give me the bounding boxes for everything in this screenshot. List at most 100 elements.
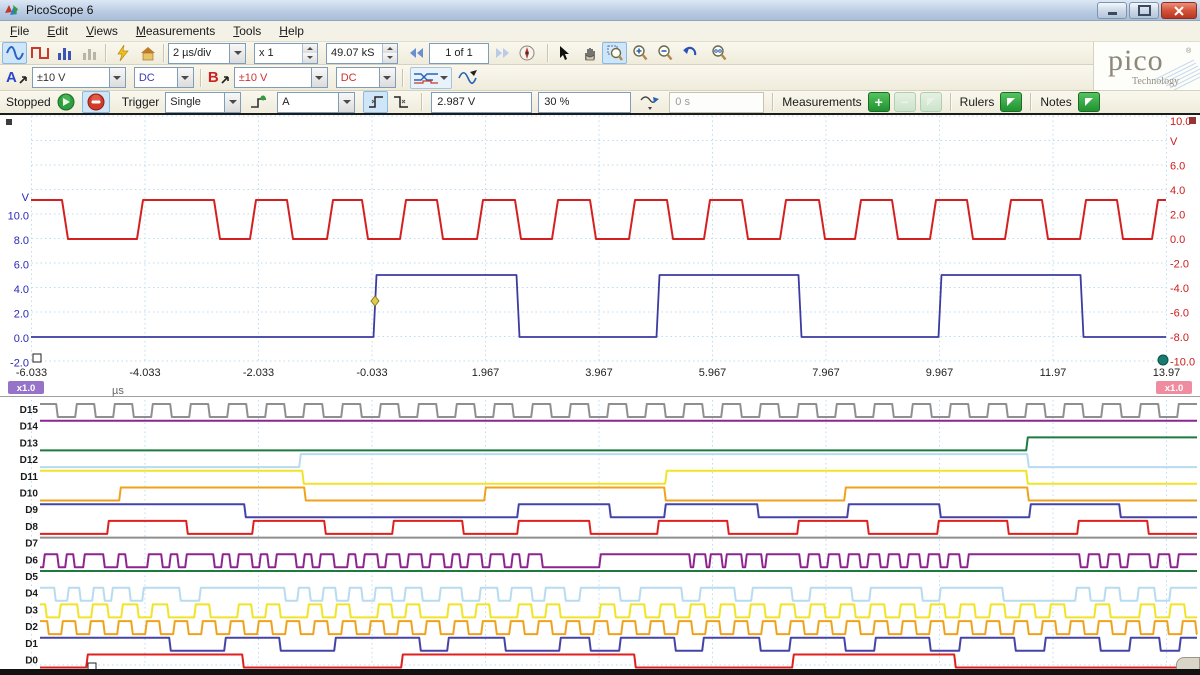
buffer-page-field[interactable]: 1 of 1 (429, 43, 489, 64)
trigger-delay-field: 0 s (669, 92, 764, 113)
spectrum-view-button[interactable] (27, 42, 52, 64)
falling-edge-button[interactable] (388, 91, 413, 113)
stop-capture-button[interactable] (82, 91, 110, 113)
svg-text:-4.033: -4.033 (129, 367, 160, 379)
scope-view-button[interactable] (2, 42, 27, 64)
brand-tagline: Technology (1132, 76, 1179, 87)
registered-mark: ® (1186, 48, 1191, 55)
square-wave-icon (31, 46, 49, 60)
menu-file[interactable]: File (2, 22, 37, 40)
signal-generator-button[interactable] (456, 67, 481, 89)
zoom-full-button[interactable] (706, 42, 731, 64)
chevron-down-icon[interactable] (379, 68, 395, 87)
channel-b-coupling-select[interactable]: DC (336, 67, 396, 88)
svg-text:0.0: 0.0 (1170, 234, 1185, 246)
edit-measurement-button (920, 92, 942, 112)
trigger-level-field[interactable]: 2.987 V (431, 92, 532, 113)
zoom-out-button[interactable] (652, 42, 677, 64)
step-down-icon[interactable] (303, 53, 317, 63)
adv-trigger-icon (640, 95, 660, 110)
step-up-icon[interactable] (383, 44, 397, 54)
pico-logo: pico ® Technology (1093, 42, 1200, 90)
close-button[interactable] (1161, 2, 1197, 19)
xy-view-button[interactable] (77, 42, 102, 64)
zoom-full-icon (710, 45, 727, 61)
start-capture-button[interactable] (54, 91, 79, 113)
svg-text:D2: D2 (25, 622, 38, 633)
play-icon (57, 93, 75, 111)
add-measurement-button[interactable]: + (868, 92, 890, 112)
chevron-down-icon[interactable] (177, 68, 193, 87)
waveform-canvas[interactable]: V10.08.06.04.02.00.0-2.010.0V6.04.02.00.… (0, 115, 1200, 672)
trigger-source-select[interactable]: A (277, 92, 355, 113)
previous-buffer-button[interactable] (404, 42, 429, 64)
normal-selection-button[interactable] (552, 42, 577, 64)
chevron-down-icon[interactable] (224, 93, 240, 112)
svg-text:-6.0: -6.0 (1170, 308, 1189, 320)
double-right-icon (495, 47, 509, 59)
bar-chart-disabled-icon (82, 46, 98, 60)
home-button[interactable] (135, 42, 160, 64)
timebase-select[interactable]: 2 µs/div (168, 43, 246, 64)
svg-text:8.0: 8.0 (14, 235, 29, 247)
menu-measurements[interactable]: Measurements (128, 22, 223, 40)
samples-stepper[interactable]: 49.07 kS (326, 43, 398, 64)
svg-text:-6.033: -6.033 (16, 367, 47, 379)
hand-pan-button[interactable] (577, 42, 602, 64)
menu-views[interactable]: Views (78, 22, 126, 40)
svg-text:µs: µs (112, 385, 124, 397)
rulers-button[interactable] (1000, 92, 1022, 112)
zoom-factor-stepper[interactable]: x 1 (254, 43, 318, 64)
svg-text:5.967: 5.967 (699, 367, 727, 379)
lightning-icon (117, 45, 129, 61)
falling-edge-icon (393, 95, 409, 109)
ne-arrow-icon (926, 97, 936, 107)
svg-text:D9: D9 (25, 505, 38, 516)
svg-text:D13: D13 (20, 438, 39, 449)
svg-text:D3: D3 (25, 605, 38, 616)
advanced-trigger-button[interactable] (634, 91, 666, 113)
step-down-icon[interactable] (383, 53, 397, 63)
svg-text:-2.0: -2.0 (1170, 259, 1189, 271)
undo-arrow-icon (682, 46, 697, 60)
pretrigger-field[interactable]: 30 % (538, 92, 631, 113)
buffer-navigator-button[interactable] (514, 42, 539, 64)
digital-inputs-button[interactable] (410, 67, 452, 89)
edge-setup-button[interactable] (246, 91, 271, 113)
trigger-mode-select[interactable]: Single (165, 92, 241, 113)
channel-a-coupling-select[interactable]: DC (134, 67, 194, 88)
scope-display[interactable]: V10.08.06.04.02.00.0-2.010.0V6.04.02.00.… (0, 113, 1200, 670)
maximize-button[interactable] (1129, 2, 1159, 19)
probe-icon[interactable] (220, 73, 232, 85)
svg-text:0.0: 0.0 (14, 333, 29, 345)
channel-b-range-select[interactable]: ±10 V (234, 67, 328, 88)
hand-icon (583, 46, 597, 61)
svg-text:10.0: 10.0 (1170, 116, 1191, 128)
chevron-down-icon[interactable] (229, 44, 245, 63)
menu-edit[interactable]: Edit (39, 22, 76, 40)
svg-text:x1.0: x1.0 (1165, 383, 1184, 394)
bottom-frame (0, 669, 1200, 675)
svg-text:11.97: 11.97 (1040, 367, 1067, 379)
svg-text:D12: D12 (20, 455, 39, 466)
maximize-icon (1138, 5, 1151, 16)
zoom-in-button[interactable] (627, 42, 652, 64)
next-buffer-button[interactable] (489, 42, 514, 64)
probe-icon[interactable] (18, 73, 30, 85)
svg-text:D14: D14 (20, 422, 39, 433)
auto-setup-button[interactable] (110, 42, 135, 64)
chevron-down-icon[interactable] (311, 68, 327, 87)
rising-edge-button[interactable] (363, 91, 388, 113)
channel-a-range-select[interactable]: ±10 V (32, 67, 126, 88)
chevron-down-icon[interactable] (338, 93, 354, 112)
menu-help[interactable]: Help (271, 22, 312, 40)
undo-zoom-button[interactable] (677, 42, 702, 64)
notes-button[interactable] (1078, 92, 1100, 112)
window-zoom-button[interactable] (602, 42, 627, 64)
chevron-down-icon[interactable] (109, 68, 125, 87)
picoscope-window: PicoScope 6 File Edit Views Measurements… (0, 0, 1200, 675)
persistence-view-button[interactable] (52, 42, 77, 64)
minimize-button[interactable] (1097, 2, 1127, 19)
menu-tools[interactable]: Tools (225, 22, 269, 40)
step-up-icon[interactable] (303, 44, 317, 54)
